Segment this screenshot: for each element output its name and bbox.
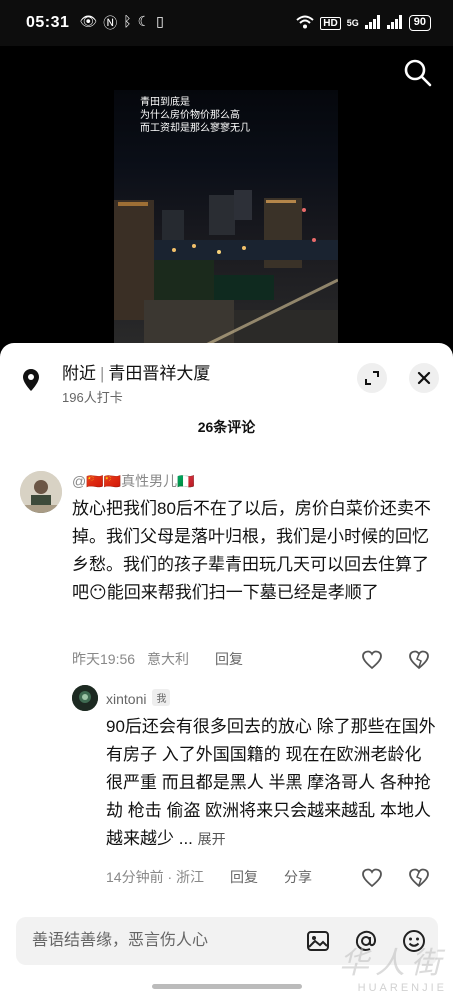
network-label: 5G — [346, 18, 359, 28]
video-frame: 青田到底是 为什么房价物价那么高 而工资却是那么寥寥无几 — [114, 90, 338, 346]
signal-icon — [364, 14, 381, 32]
close-icon — [417, 371, 431, 385]
reply-username-text: xintoni — [106, 691, 147, 707]
status-right: HD 5G 90 — [296, 14, 431, 32]
watermark-url: HUARENJIE — [357, 982, 447, 994]
comment-input-bar — [16, 917, 438, 965]
search-button[interactable] — [403, 58, 433, 88]
dislike-broken-heart-icon[interactable] — [408, 649, 430, 671]
share-button[interactable]: 分享 — [284, 867, 312, 887]
comment-username[interactable]: @🇨🇳🇨🇳真性男儿🇮🇹 — [72, 471, 195, 491]
avatar[interactable] — [72, 685, 98, 711]
comment-input[interactable] — [32, 917, 272, 965]
close-button[interactable] — [409, 363, 439, 393]
mention-at-icon[interactable] — [354, 929, 378, 953]
comment-sheet: 附近 | 青田晋祥大厦 196人打卡 26条评论 @🇨🇳🇨🇳真性男儿🇮🇹 放心把… — [0, 343, 453, 1000]
status-left-icons: 👁 Ⓝ ᛒ ☾ ▯ — [79, 13, 163, 33]
checkin-count: 196人打卡 — [62, 390, 123, 405]
location-header[interactable]: 附近 | 青田晋祥大厦 196人打卡 — [18, 357, 439, 407]
moon-icon: ☾ — [137, 13, 151, 29]
like-heart-icon[interactable] — [361, 867, 383, 889]
vibrate-icon: ▯ — [156, 13, 164, 29]
home-indicator[interactable] — [152, 984, 302, 989]
location-name: 青田晋祥大厦 — [108, 364, 211, 383]
avatar-image — [20, 471, 62, 513]
comment-meta: 昨天19:56 意大利 回复 — [72, 649, 243, 669]
expand-button[interactable] — [357, 363, 387, 393]
image-picker-icon[interactable] — [306, 929, 330, 953]
reply-text-body: 90后还会有很多回去的放心 除了那些在国外有房子 入了外国国籍的 现在在欧洲老龄… — [106, 717, 436, 848]
emoji-icon[interactable] — [402, 929, 426, 953]
reply-meta: 14分钟前 · 浙江 回复 分享 — [106, 867, 312, 887]
comment-text: 放心把我们80后不在了以后，房价白菜价还卖不掉。我们父母是落叶归根，我们是小时候… — [72, 499, 431, 602]
status-bar: 05:31 👁 Ⓝ ᛒ ☾ ▯ HD 5G 90 — [0, 0, 453, 46]
comment-time: 昨天19:56 — [72, 651, 136, 667]
status-time: 05:31 — [26, 14, 70, 31]
search-icon — [404, 59, 432, 87]
reply-text: 90后还会有很多回去的放心 除了那些在国外有房子 入了外国国籍的 现在在欧洲老龄… — [106, 713, 436, 853]
nfc-icon: Ⓝ — [103, 15, 118, 31]
signal-icon-2 — [386, 14, 403, 32]
battery-indicator: 90 — [408, 15, 431, 31]
expand-icon — [365, 371, 379, 385]
expand-text-button[interactable]: 展开 — [198, 831, 226, 847]
reply-button[interactable]: 回复 — [215, 649, 243, 669]
wifi-icon — [296, 15, 314, 32]
video-player[interactable]: 青田到底是 为什么房价物价那么高 而工资却是那么寥寥无几 — [0, 46, 453, 346]
avatar[interactable] — [20, 471, 62, 513]
hd-icon: HD — [320, 16, 341, 30]
reply-time-region: 14分钟前 · 浙江 — [106, 869, 205, 885]
avatar-image — [72, 685, 98, 711]
location-pin-icon — [23, 369, 39, 391]
reply-button[interactable]: 回复 — [230, 867, 258, 887]
eye-icon: 👁 — [79, 13, 98, 29]
comment-region: 意大利 — [147, 651, 190, 667]
author-tag: 我 — [152, 689, 171, 706]
bluetooth-icon: ᛒ — [123, 13, 132, 29]
reply-username[interactable]: xintoni 我 — [106, 689, 171, 707]
comment-count-title: 26条评论 — [197, 419, 256, 435]
location-title[interactable]: 附近 | 青田晋祥大厦 — [62, 359, 210, 384]
location-separator: | — [100, 364, 105, 383]
dislike-broken-heart-icon[interactable] — [408, 867, 430, 889]
location-prefix: 附近 — [62, 364, 96, 383]
like-heart-icon[interactable] — [361, 649, 383, 671]
city-night-scene — [114, 190, 338, 346]
